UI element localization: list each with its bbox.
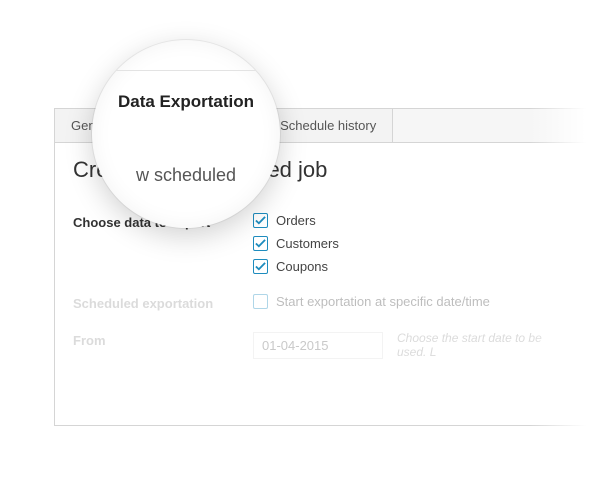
option-orders: Orders (253, 213, 569, 228)
magnifier-lens: Data Exportation w scheduled (92, 40, 280, 228)
label-scheduled: Scheduled exportation (73, 294, 253, 311)
from-hint: Choose the start date to be used. L (397, 331, 569, 359)
row-scheduled-exportation: Scheduled exportation Start exportation … (73, 284, 569, 321)
option-start-specific-label: Start exportation at specific date/time (276, 294, 490, 309)
option-start-specific: Start exportation at specific date/time (253, 294, 569, 309)
lens-title: Data Exportation (92, 86, 280, 112)
from-control: Choose the start date to be used. L (253, 331, 569, 359)
option-customers-label: Customers (276, 236, 339, 251)
scheduled-control: Start exportation at specific date/time (253, 294, 569, 309)
option-coupons: Coupons (253, 259, 569, 274)
choose-data-options: Orders Customers Coupons (253, 213, 569, 274)
lens-subtitle-fragment: w scheduled (92, 165, 280, 186)
from-date-input[interactable] (253, 332, 383, 359)
option-customers: Customers (253, 236, 569, 251)
label-from: From (73, 331, 253, 348)
checkbox-start-specific[interactable] (253, 294, 268, 309)
tab-schedule-history[interactable]: Schedule history (264, 109, 393, 142)
checkbox-coupons[interactable] (253, 259, 268, 274)
option-coupons-label: Coupons (276, 259, 328, 274)
option-orders-label: Orders (276, 213, 316, 228)
row-from: From Choose the start date to be used. L (73, 321, 569, 369)
checkbox-customers[interactable] (253, 236, 268, 251)
